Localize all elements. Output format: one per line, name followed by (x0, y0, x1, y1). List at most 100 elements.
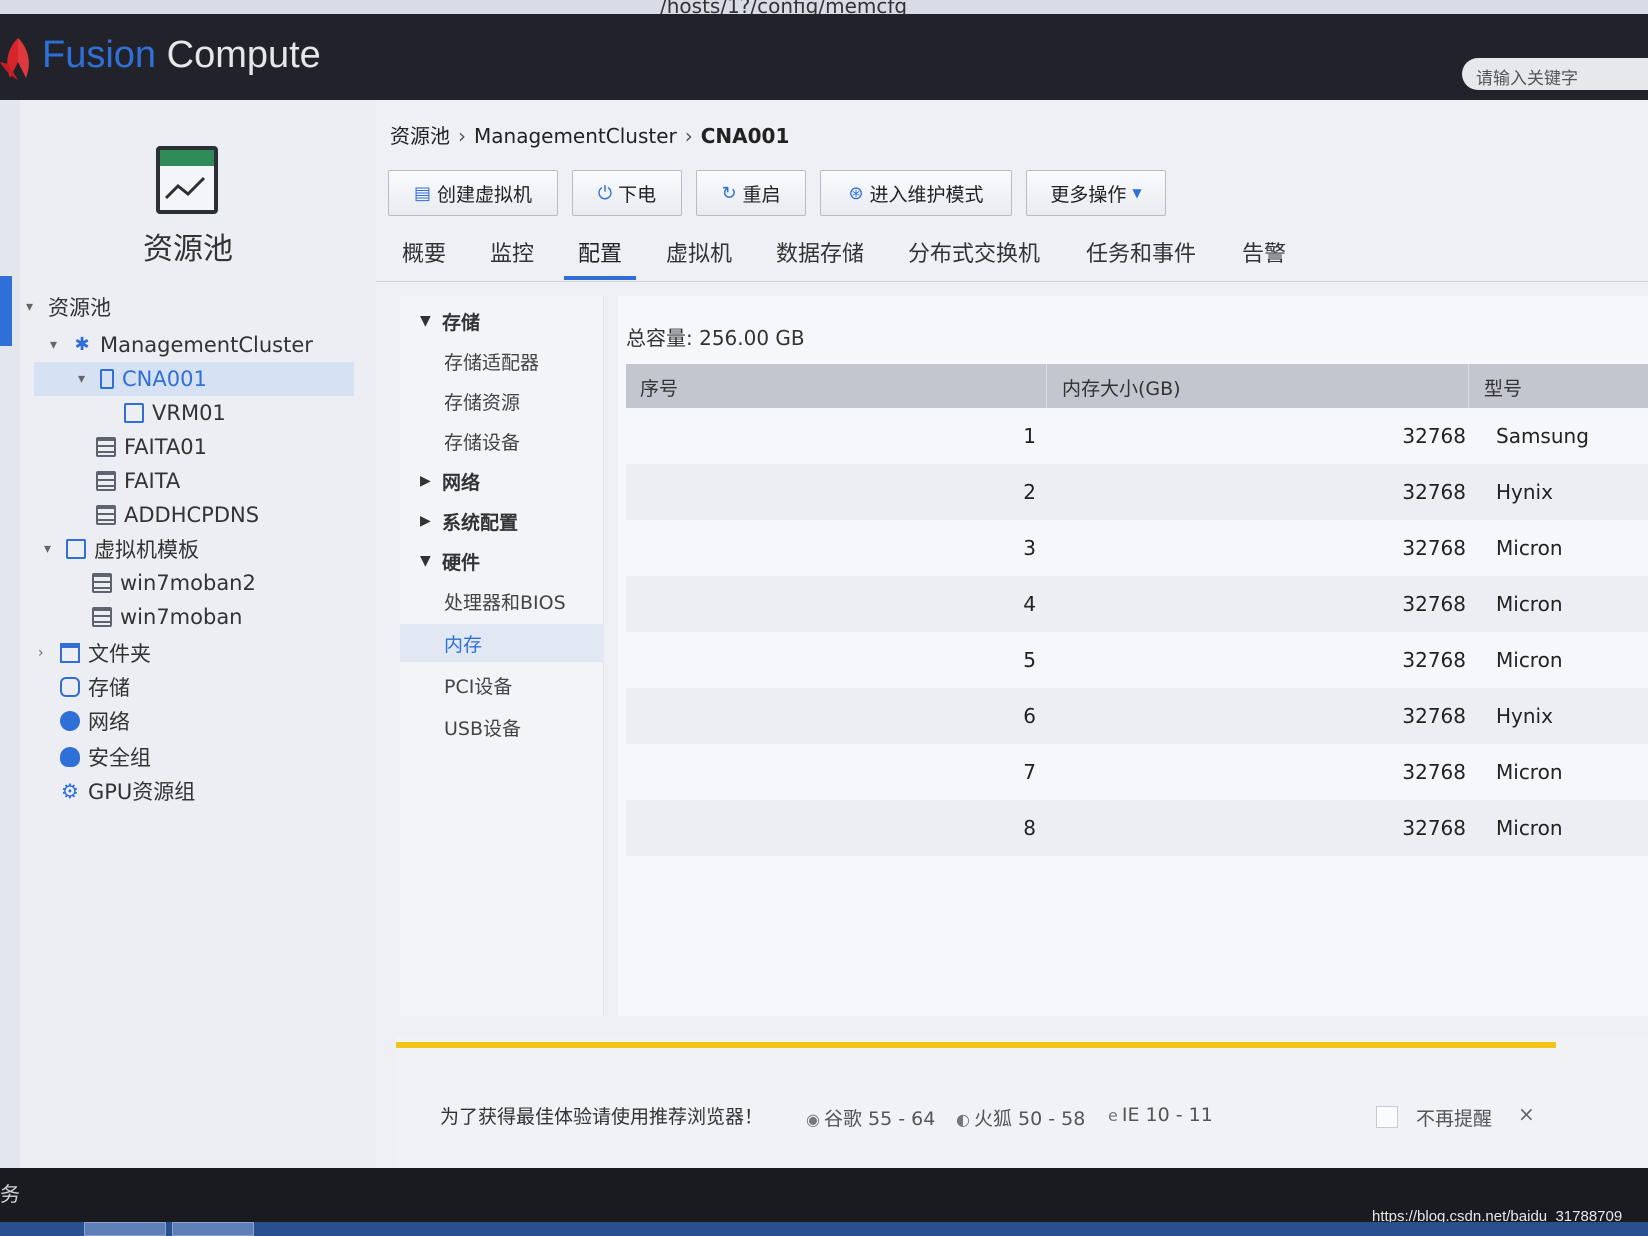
dont-remind-checkbox[interactable] (1376, 1106, 1398, 1128)
subnav-usb[interactable]: USB设备 (400, 708, 604, 746)
tree-item-management-cluster[interactable]: ▾ ✱ ManagementCluster (50, 328, 313, 362)
cell-size: 32768 (1402, 480, 1466, 504)
vm-icon (96, 437, 116, 457)
cell-size: 32768 (1402, 704, 1466, 728)
tab-vms[interactable]: 虚拟机 (666, 236, 732, 280)
table-row[interactable]: 7 32768 Micron (626, 744, 1648, 800)
tab-datastore[interactable]: 数据存储 (776, 236, 864, 280)
breadcrumb-cluster[interactable]: ManagementCluster (474, 124, 677, 148)
breadcrumb: 资源池 › ManagementCluster › CNA001 (390, 124, 790, 148)
firefox-icon: ◐ (956, 1110, 970, 1129)
subnav-group-hardware[interactable]: ▼ 硬件 (400, 542, 604, 580)
tree-label: VRM01 (152, 401, 226, 425)
col-model-header[interactable]: 型号 (1484, 374, 1522, 401)
subnav-storage-device[interactable]: 存储设备 (400, 422, 604, 460)
tree-label: 网络 (88, 710, 130, 734)
tab-tasks-events[interactable]: 任务和事件 (1086, 236, 1196, 280)
restart-icon: ↻ (721, 182, 737, 204)
chevron-down-icon[interactable]: ▾ (78, 371, 94, 387)
tree-item-folder[interactable]: › 文件夹 (38, 636, 151, 670)
power-off-icon: ⏻ (597, 182, 613, 204)
os-taskbar: 务 https://blog.csdn.net/baidu_31788709 (0, 1168, 1648, 1236)
subnav-storage-resource[interactable]: 存储资源 (400, 382, 604, 420)
cell-index: 5 (1023, 648, 1036, 672)
cell-model: Hynix (1496, 480, 1553, 504)
chevron-down-icon[interactable]: ▾ (26, 299, 42, 315)
cell-model: Micron (1496, 816, 1563, 840)
chevron-down-icon[interactable]: ▾ (44, 541, 60, 557)
chrome-icon: ◉ (806, 1110, 820, 1129)
maintenance-mode-button[interactable]: ⊛ 进入维护模式 (820, 170, 1012, 216)
subnav-pci[interactable]: PCI设备 (400, 666, 604, 704)
template-icon (66, 539, 86, 559)
tree-item-resource-pool[interactable]: ▾ 资源池 (26, 290, 111, 324)
tree-item-win7moban2[interactable]: win7moban2 (92, 566, 256, 600)
table-row[interactable]: 5 32768 Micron (626, 632, 1648, 688)
col-index-header[interactable]: 序号 (640, 374, 678, 401)
tree-label: FAITA (124, 469, 181, 493)
tab-dvswitch[interactable]: 分布式交换机 (908, 236, 1040, 280)
taskbar-text: 务 (0, 1182, 20, 1206)
close-icon[interactable]: × (1518, 1102, 1535, 1126)
subnav-memory[interactable]: 内存 (400, 624, 604, 662)
tree-label: CNA001 (122, 367, 207, 391)
resource-pool-icon (156, 146, 218, 214)
tab-alarms[interactable]: 告警 (1242, 236, 1286, 280)
table-row[interactable]: 4 32768 Micron (626, 576, 1648, 632)
tree-item-vm-templates[interactable]: ▾ 虚拟机模板 (44, 532, 199, 566)
table-row[interactable]: 2 32768 Hynix (626, 464, 1648, 520)
tree-item-addhcpdns[interactable]: ADDHCPDNS (96, 498, 259, 532)
power-off-button[interactable]: ⏻ 下电 (572, 170, 682, 216)
subnav-storage-adapter[interactable]: 存储适配器 (400, 342, 604, 380)
tree-item-gpu-group[interactable]: ⚙ GPU资源组 (60, 774, 195, 808)
tree-item-win7moban[interactable]: win7moban (92, 600, 243, 634)
subnav-group-storage[interactable]: ▼ 存储 (400, 302, 604, 340)
tab-monitor[interactable]: 监控 (490, 236, 534, 280)
cell-index: 3 (1023, 536, 1036, 560)
huawei-logo-icon (0, 38, 29, 80)
tree-item-cna001[interactable]: ▾ CNA001 (34, 362, 354, 396)
storage-icon (60, 677, 80, 697)
global-search-input[interactable]: 请输入关键字 (1462, 58, 1648, 90)
taskbar-app-button[interactable] (172, 1222, 254, 1236)
taskbar-app-button[interactable] (84, 1222, 166, 1236)
cell-index: 8 (1023, 816, 1036, 840)
table-row[interactable]: 6 32768 Hynix (626, 688, 1648, 744)
memory-content: 总容量: 256.00 GB 序号 内存大小(GB) 型号 1 32768 Sams… (618, 296, 1648, 1016)
tree-label: 安全组 (88, 746, 151, 770)
tree-item-faita[interactable]: FAITA (96, 464, 180, 498)
more-actions-button[interactable]: 更多操作 ▼ (1026, 170, 1166, 216)
tree-label: win7moban (120, 605, 243, 629)
table-row[interactable]: 1 32768 Samsung (626, 408, 1648, 464)
col-size-header[interactable]: 内存大小(GB) (1062, 374, 1181, 401)
table-row[interactable]: 3 32768 Micron (626, 520, 1648, 576)
cell-size: 32768 (1402, 536, 1466, 560)
dont-remind-label[interactable]: 不再提醒 (1416, 1104, 1492, 1131)
template-item-icon (92, 607, 112, 627)
chevron-right-icon[interactable]: › (38, 645, 54, 661)
ie-icon: e (1108, 1106, 1118, 1125)
triangle-right-icon: ▶ (420, 513, 431, 529)
tab-summary[interactable]: 概要 (402, 236, 446, 280)
table-header: 序号 内存大小(GB) 型号 (626, 364, 1648, 408)
app-header: Fusion Compute 请输入关键字 (0, 14, 1648, 102)
restart-button[interactable]: ↻ 重启 (696, 170, 806, 216)
gpu-icon: ⚙ (61, 779, 79, 803)
tab-config[interactable]: 配置 (564, 236, 637, 280)
app-brand: Fusion Compute (42, 34, 321, 77)
create-vm-button[interactable]: ▤ 创建虚拟机 (388, 170, 558, 216)
tree-item-security-group[interactable]: 安全组 (60, 740, 151, 774)
breadcrumb-root[interactable]: 资源池 (390, 124, 450, 148)
cell-model: Micron (1496, 592, 1563, 616)
table-row[interactable]: 8 32768 Micron (626, 800, 1648, 856)
tree-item-vrm01[interactable]: VRM01 (124, 396, 226, 430)
tree-item-network[interactable]: 网络 (60, 704, 130, 738)
cluster-icon: ✱ (74, 334, 90, 355)
subnav-group-system-config[interactable]: ▶ 系统配置 (400, 502, 604, 540)
tree-item-storage[interactable]: 存储 (60, 670, 130, 704)
tree-item-faita01[interactable]: FAITA01 (96, 430, 207, 464)
chevron-down-icon[interactable]: ▾ (50, 337, 66, 353)
subnav-group-network[interactable]: ▶ 网络 (400, 462, 604, 500)
security-group-icon (60, 747, 80, 767)
subnav-cpu-bios[interactable]: 处理器和BIOS (400, 582, 604, 620)
